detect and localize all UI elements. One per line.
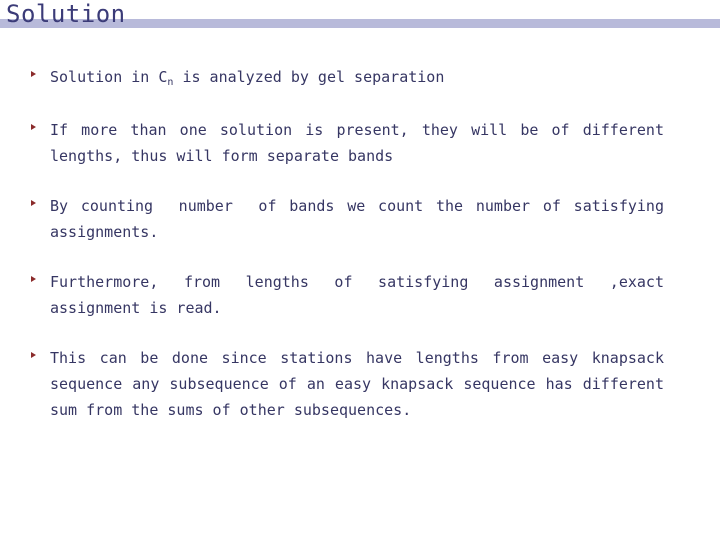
list-item: By counting number of bands we count the… [0,193,720,245]
bullet-item-4-text: Furthermore, from lengths of satisfying … [50,273,674,317]
list-item: If more than one solution is present, th… [0,117,720,169]
list-item: Furthermore, from lengths of satisfying … [0,269,720,321]
list-item: This can be done since stations have len… [0,345,720,423]
bullet-1-text-before-subscript: Solution in C [50,68,168,86]
bullet-triangle-icon [31,276,36,282]
bullet-item-1-text: Solution in Cn is analyzed by gel separa… [50,64,664,93]
bullet-item-3-text: By counting number of bands we count the… [50,197,674,241]
slide-title-block: Solution [0,0,720,34]
bullet-1-text-after-subscript: is analyzed by gel separation [173,68,445,86]
bullet-list: Solution in Cn is analyzed by gel separa… [0,64,720,423]
page-title: Solution [6,0,126,28]
bullet-triangle-icon [31,124,36,130]
bullet-triangle-icon [31,352,36,358]
bullet-1-subscript: n [167,77,174,88]
list-item: Solution in Cn is analyzed by gel separa… [0,64,720,93]
bullet-item-5-text: This can be done since stations have len… [50,349,674,419]
bullet-triangle-icon [31,200,36,206]
bullet-item-2-text: If more than one solution is present, th… [50,121,674,165]
slide: Solution Solution in Cn is analyzed by g… [0,0,720,540]
bullet-triangle-icon [31,71,36,77]
